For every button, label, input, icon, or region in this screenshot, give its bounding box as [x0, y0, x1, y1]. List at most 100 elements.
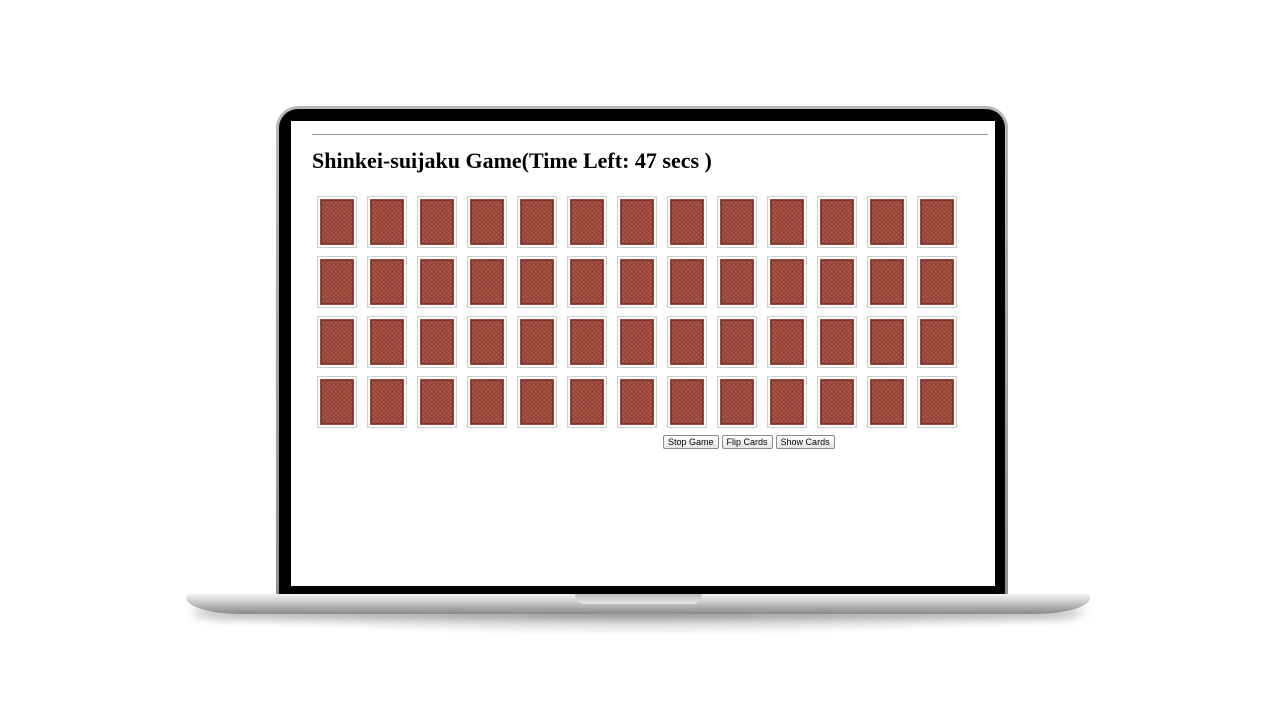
card-back — [620, 319, 654, 365]
card[interactable] — [717, 196, 757, 248]
card[interactable] — [317, 196, 357, 248]
card-back — [770, 319, 804, 365]
laptop-hinge-notch — [575, 594, 702, 604]
card[interactable] — [867, 196, 907, 248]
card[interactable] — [417, 316, 457, 368]
card-back — [420, 199, 454, 245]
card[interactable] — [317, 316, 357, 368]
card[interactable] — [767, 376, 807, 428]
card-back — [670, 379, 704, 425]
card[interactable] — [617, 196, 657, 248]
card[interactable] — [767, 256, 807, 308]
card[interactable] — [767, 196, 807, 248]
card-back — [370, 259, 404, 305]
card-back — [470, 259, 504, 305]
card[interactable] — [717, 256, 757, 308]
card[interactable] — [367, 196, 407, 248]
card-back — [820, 259, 854, 305]
card-back — [820, 319, 854, 365]
browser-viewport: Shinkei-suijaku Game(Time Left: 47 secs … — [291, 121, 995, 586]
card-back — [520, 319, 554, 365]
card-back — [370, 199, 404, 245]
card[interactable] — [517, 316, 557, 368]
card-back — [420, 319, 454, 365]
card-back — [370, 319, 404, 365]
card[interactable] — [367, 316, 407, 368]
card-back — [870, 259, 904, 305]
card-back — [770, 379, 804, 425]
card[interactable] — [817, 196, 857, 248]
card[interactable] — [417, 376, 457, 428]
card[interactable] — [317, 256, 357, 308]
card[interactable] — [617, 376, 657, 428]
card-back — [570, 259, 604, 305]
card[interactable] — [817, 376, 857, 428]
card-back — [920, 199, 954, 245]
card[interactable] — [917, 196, 957, 248]
show-cards-button[interactable]: Show Cards — [775, 435, 835, 449]
card-back — [620, 259, 654, 305]
card-back — [320, 379, 354, 425]
card[interactable] — [867, 256, 907, 308]
laptop-shadow — [210, 614, 1070, 636]
card-back — [570, 199, 604, 245]
card[interactable] — [617, 316, 657, 368]
card[interactable] — [467, 196, 507, 248]
card[interactable] — [317, 376, 357, 428]
card[interactable] — [417, 196, 457, 248]
card-back — [870, 199, 904, 245]
card-back — [470, 199, 504, 245]
stop-game-button[interactable]: Stop Game — [663, 435, 719, 449]
card-back — [420, 379, 454, 425]
card-back — [470, 319, 504, 365]
card[interactable] — [367, 256, 407, 308]
card-back — [920, 259, 954, 305]
card[interactable] — [567, 376, 607, 428]
card-back — [720, 199, 754, 245]
card[interactable] — [367, 376, 407, 428]
card-back — [420, 259, 454, 305]
card-back — [770, 259, 804, 305]
card[interactable] — [467, 316, 507, 368]
card[interactable] — [417, 256, 457, 308]
card-back — [670, 199, 704, 245]
card[interactable] — [467, 256, 507, 308]
card[interactable] — [667, 256, 707, 308]
card[interactable] — [467, 376, 507, 428]
card[interactable] — [517, 196, 557, 248]
horizontal-rule — [312, 134, 988, 135]
card[interactable] — [717, 316, 757, 368]
card[interactable] — [667, 376, 707, 428]
card[interactable] — [567, 316, 607, 368]
card-back — [370, 379, 404, 425]
card-back — [620, 379, 654, 425]
card[interactable] — [517, 256, 557, 308]
card-back — [620, 199, 654, 245]
flip-cards-button[interactable]: Flip Cards — [721, 435, 773, 449]
card-back — [870, 319, 904, 365]
card[interactable] — [667, 316, 707, 368]
card[interactable] — [867, 376, 907, 428]
card[interactable] — [717, 376, 757, 428]
card[interactable] — [817, 316, 857, 368]
card[interactable] — [667, 196, 707, 248]
card[interactable] — [567, 256, 607, 308]
card[interactable] — [517, 376, 557, 428]
card-back — [570, 319, 604, 365]
card[interactable] — [767, 316, 807, 368]
card-back — [720, 319, 754, 365]
card[interactable] — [867, 316, 907, 368]
card-back — [920, 379, 954, 425]
card-back — [670, 259, 704, 305]
card-back — [820, 379, 854, 425]
card[interactable] — [617, 256, 657, 308]
card-back — [570, 379, 604, 425]
card[interactable] — [917, 316, 957, 368]
card[interactable] — [817, 256, 857, 308]
card-back — [870, 379, 904, 425]
card-back — [520, 199, 554, 245]
card[interactable] — [917, 256, 957, 308]
card-back — [820, 199, 854, 245]
card[interactable] — [917, 376, 957, 428]
card[interactable] — [567, 196, 607, 248]
